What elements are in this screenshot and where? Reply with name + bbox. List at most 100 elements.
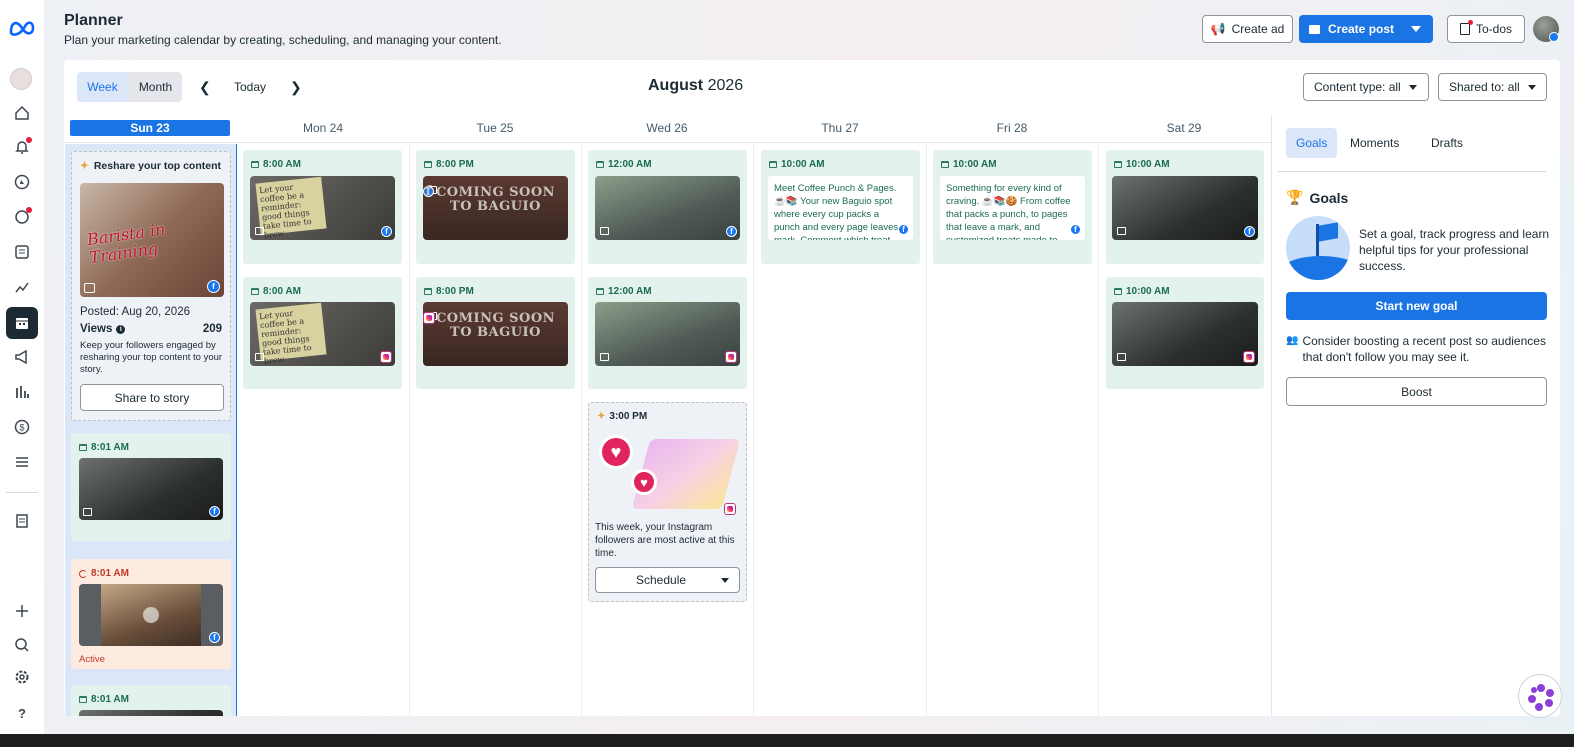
account-avatar[interactable] xyxy=(10,68,32,90)
sunday-post-2[interactable]: 8:01 AM f Active xyxy=(71,559,231,669)
calendar-icon xyxy=(79,444,87,451)
post-text-preview: Meet Coffee Punch & Pages. ☕📚 Your new B… xyxy=(768,176,913,240)
day-header-sun[interactable]: Sun 23 xyxy=(70,120,230,136)
help-icon[interactable]: ? xyxy=(11,702,33,724)
reshare-description: Keep your followers engaged by resharing… xyxy=(80,340,223,375)
sparkle-icon: ✦ xyxy=(597,411,606,422)
image-icon xyxy=(600,227,609,235)
search-icon[interactable] xyxy=(11,634,33,656)
post-thumbnail: Let your coffee be a reminder: good thin… xyxy=(250,176,395,240)
next-week-icon[interactable]: ❯ xyxy=(290,79,302,96)
home-icon[interactable] xyxy=(11,102,33,124)
chart-icon[interactable] xyxy=(11,381,33,403)
goals-description: Set a goal, track progress and learn hel… xyxy=(1359,227,1550,273)
meta-logo[interactable] xyxy=(8,17,38,39)
facebook-icon: f xyxy=(726,226,737,237)
tab-goals[interactable]: Goals xyxy=(1286,128,1338,158)
create-post-button[interactable]: Create post xyxy=(1299,15,1433,43)
schedule-button[interactable]: Schedule xyxy=(595,567,740,593)
chevron-down-icon xyxy=(1527,84,1536,90)
ai-assistant-button[interactable] xyxy=(1518,674,1562,718)
sunday-post-3[interactable]: 8:01 AM xyxy=(71,685,231,716)
instagram-icon xyxy=(423,312,435,324)
active-status-icon xyxy=(79,569,87,578)
plus-icon[interactable] xyxy=(11,600,33,622)
day-header-wed[interactable]: Wed 26 xyxy=(582,120,752,136)
wed-facebook-post[interactable]: 12:00 AM f xyxy=(588,150,747,264)
bell-icon[interactable] xyxy=(11,136,33,158)
reshare-title: Reshare your top content xyxy=(93,160,221,172)
pages-icon[interactable] xyxy=(11,510,33,532)
chat-icon[interactable] xyxy=(11,206,33,228)
facebook-icon: f xyxy=(209,632,220,643)
post-thumbnail: f xyxy=(595,176,740,240)
goals-illustration xyxy=(1286,216,1350,280)
post-thumbnail: f xyxy=(79,584,223,646)
os-taskbar xyxy=(0,734,1574,747)
sunday-column: ✦ Reshare your top content Barista in Tra… xyxy=(65,144,237,716)
engagement-illustration: ♥ ♥ xyxy=(597,431,741,515)
calendar-icon[interactable] xyxy=(6,307,38,339)
previous-week-icon[interactable]: ❮ xyxy=(199,79,211,96)
todo-icon xyxy=(1459,20,1473,35)
image-icon xyxy=(255,227,264,235)
facebook-icon: f xyxy=(898,224,909,235)
sat-instagram-post[interactable]: 10:00 AM xyxy=(1106,277,1264,389)
day-header-sat[interactable]: Sat 29 xyxy=(1098,120,1270,136)
tab-drafts[interactable]: Drafts xyxy=(1421,128,1473,158)
chevron-down-icon[interactable] xyxy=(1411,26,1421,32)
mon-instagram-post[interactable]: 8:00 AM Let your coffee be a reminder: g… xyxy=(243,277,402,389)
tue-facebook-post[interactable]: 8:00 PM COMING SOON TO BAGUIO f xyxy=(416,150,575,264)
facebook-icon: f xyxy=(423,184,434,198)
instagram-icon xyxy=(380,351,392,363)
share-to-story-button[interactable]: Share to story xyxy=(80,384,224,411)
fri-facebook-post[interactable]: 10:00 AM Something for every kind of cra… xyxy=(933,150,1092,264)
calendar-icon xyxy=(769,161,777,168)
day-header-tue[interactable]: Tue 25 xyxy=(410,120,580,136)
facebook-icon: f xyxy=(381,226,392,237)
instagram-icon xyxy=(724,503,736,515)
megaphone-icon[interactable] xyxy=(11,346,33,368)
insights-icon[interactable] xyxy=(11,276,33,298)
sat-facebook-post[interactable]: 10:00 AM f xyxy=(1106,150,1264,264)
reel-icon xyxy=(1117,353,1126,361)
thu-facebook-post[interactable]: 10:00 AM Meet Coffee Punch & Pages. ☕📚 Y… xyxy=(761,150,920,264)
page-title: Planner xyxy=(64,12,123,29)
wed-instagram-post[interactable]: 12:00 AM xyxy=(588,277,747,389)
posted-date: Posted: Aug 20, 2026 xyxy=(80,306,190,318)
day-header-fri[interactable]: Fri 28 xyxy=(926,120,1098,136)
day-header-mon[interactable]: Mon 24 xyxy=(238,120,408,136)
chevron-down-icon[interactable] xyxy=(721,577,729,583)
image-icon xyxy=(255,353,264,361)
content-icon[interactable] xyxy=(11,241,33,263)
image-icon xyxy=(600,353,609,361)
calendar-icon xyxy=(251,288,259,295)
current-month: August 2026 xyxy=(648,77,744,94)
settings-icon[interactable] xyxy=(11,666,33,688)
week-view-button[interactable]: Week xyxy=(77,72,128,102)
create-ad-button[interactable]: 📢 Create ad xyxy=(1202,15,1293,43)
sunday-post-1[interactable]: 8:01 AM f xyxy=(71,433,231,541)
month-view-button[interactable]: Month xyxy=(129,72,182,102)
today-button[interactable]: Today xyxy=(234,80,266,94)
menu-icon[interactable] xyxy=(11,451,33,473)
megaphone-icon: 📢 xyxy=(1210,22,1226,36)
shared-to-dropdown[interactable]: Shared to: all xyxy=(1438,73,1547,101)
post-thumbnail: f xyxy=(79,458,223,520)
dollar-icon[interactable]: $ xyxy=(11,416,33,438)
content-type-dropdown[interactable]: Content type: all xyxy=(1303,73,1429,101)
boost-button[interactable]: Boost xyxy=(1286,377,1547,406)
tue-instagram-post[interactable]: 8:00 PM COMING SOON TO BAGUIO xyxy=(416,277,575,389)
tab-moments[interactable]: Moments xyxy=(1340,128,1409,158)
reshare-thumbnail[interactable]: Barista in Training f xyxy=(80,183,224,297)
compass-icon[interactable] xyxy=(11,171,33,193)
mon-facebook-post[interactable]: 8:00 AM Let your coffee be a reminder: g… xyxy=(243,150,402,264)
day-header-thu[interactable]: Thu 27 xyxy=(754,120,926,136)
calendar-icon xyxy=(941,161,949,168)
post-thumbnail: COMING SOON TO BAGUIO f xyxy=(423,176,568,240)
todos-button[interactable]: To-dos xyxy=(1447,15,1525,43)
start-new-goal-button[interactable]: Start new goal xyxy=(1286,292,1547,320)
calendar-icon xyxy=(596,288,604,295)
info-icon[interactable]: i xyxy=(116,324,126,334)
reel-icon xyxy=(83,508,92,516)
